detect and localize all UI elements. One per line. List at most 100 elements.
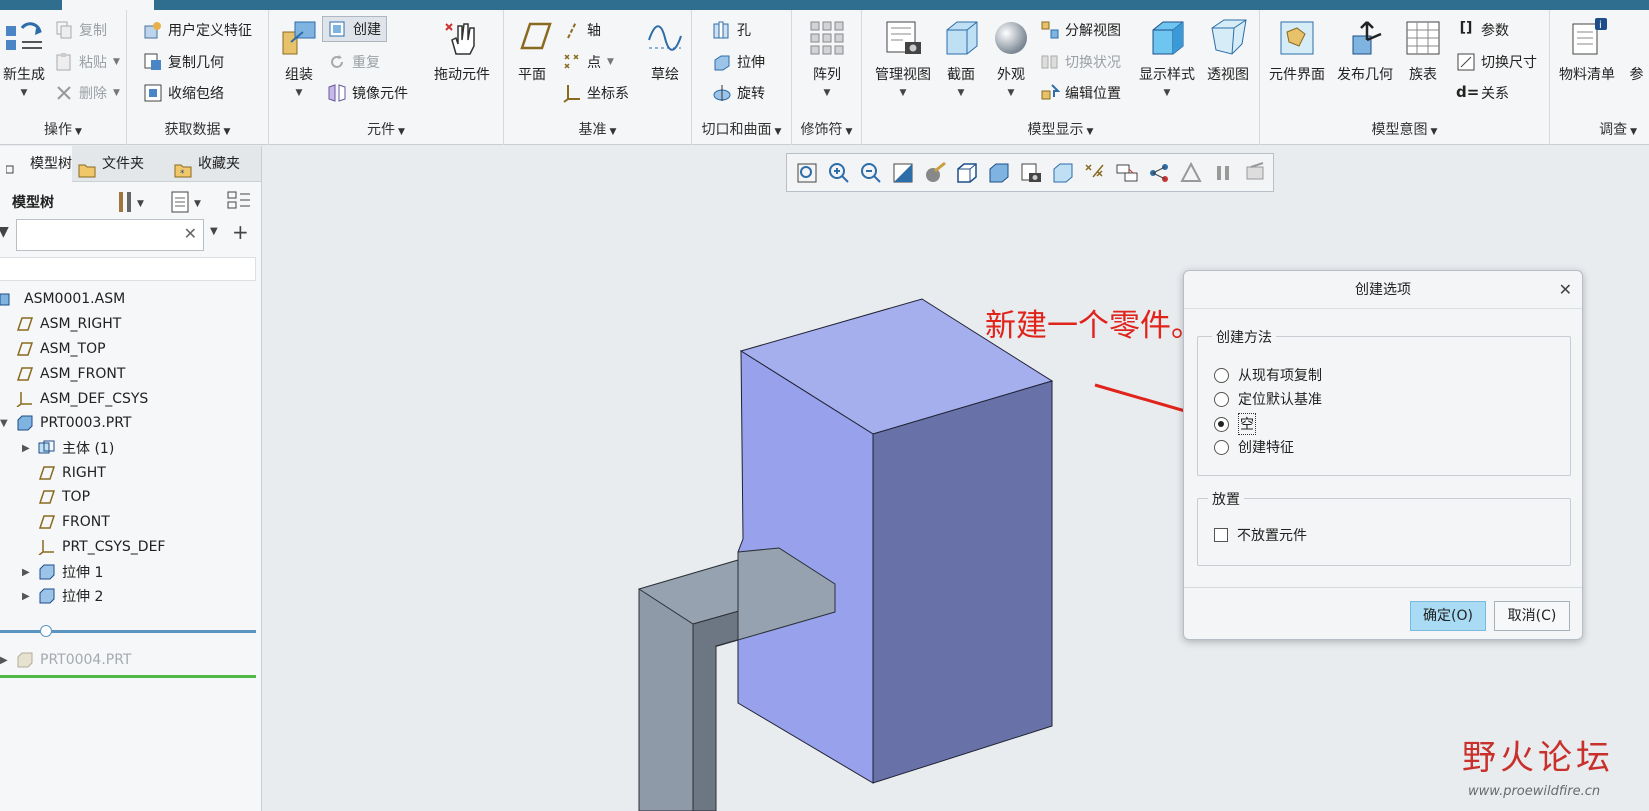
- settings-tools-icon[interactable]: ▼: [115, 190, 151, 218]
- radio-button-icon[interactable]: [1214, 391, 1229, 407]
- shrinkwrap-button[interactable]: 收缩包络: [143, 83, 224, 103]
- component-interface-button[interactable]: 元件界面: [1264, 18, 1330, 84]
- repeat-button[interactable]: 重复: [327, 52, 380, 72]
- simulate-icon[interactable]: [1179, 161, 1203, 185]
- tree-item-top[interactable]: TOP: [38, 485, 90, 509]
- tab-folder-browser[interactable]: 文件夹: [78, 146, 162, 182]
- checkbox-icon[interactable]: [1214, 528, 1228, 542]
- expand-icon[interactable]: ▶: [22, 567, 38, 578]
- hole-button[interactable]: 孔: [712, 20, 751, 40]
- copy-button[interactable]: 复制: [54, 20, 107, 40]
- option-copy-existing[interactable]: 从现有项复制: [1214, 365, 1322, 385]
- group-label-operations[interactable]: 操作 ▼: [0, 119, 126, 139]
- radio-button-icon[interactable]: [1214, 367, 1229, 383]
- group-label-cut-surface[interactable]: 切口和曲面 ▼: [692, 119, 791, 139]
- saved-orientations-icon[interactable]: [955, 161, 979, 185]
- relations-button[interactable]: d= 关系: [1456, 83, 1509, 103]
- tree-item-right[interactable]: RIGHT: [38, 461, 106, 485]
- perspective-button[interactable]: 透视图: [1200, 18, 1256, 84]
- group-label-get-data[interactable]: 获取数据 ▼: [127, 119, 268, 139]
- publish-geometry-button[interactable]: 发布几何: [1332, 18, 1398, 84]
- no-place-checkbox[interactable]: 不放置元件: [1214, 525, 1307, 545]
- tree-item-body[interactable]: ▶ 主体 (1): [22, 436, 114, 460]
- regenerate-button[interactable]: 新生成 ▼: [0, 18, 48, 98]
- insert-here-handle[interactable]: [40, 625, 52, 637]
- assemble-button[interactable]: 组装 ▼: [275, 18, 323, 98]
- close-icon[interactable]: ✕: [1559, 280, 1572, 299]
- tree-item-front[interactable]: FRONT: [38, 510, 110, 534]
- tree-search-input[interactable]: ✕: [16, 219, 204, 251]
- insert-here-marker[interactable]: [0, 630, 256, 633]
- exploded-view-button[interactable]: 分解视图: [1040, 20, 1121, 40]
- tree-item-extrude-1[interactable]: ▶ 拉伸 1: [22, 560, 103, 584]
- collapse-icon[interactable]: ▼: [0, 418, 16, 429]
- group-label-model-display[interactable]: 模型显示 ▼: [862, 119, 1259, 139]
- expand-icon[interactable]: ▶: [22, 591, 38, 602]
- regen-view-icon[interactable]: [1243, 161, 1267, 185]
- camera-icon[interactable]: [1019, 161, 1043, 185]
- copy-geometry-button[interactable]: 复制几何: [143, 52, 224, 72]
- show-list-icon[interactable]: ▼: [170, 190, 206, 218]
- paste-button[interactable]: 粘贴 ▼: [54, 52, 120, 72]
- delete-button[interactable]: 删除 ▼: [54, 83, 120, 103]
- clear-icon[interactable]: ✕: [184, 224, 197, 243]
- refit-icon[interactable]: [795, 161, 819, 185]
- point-button[interactable]: 点 ▼: [562, 52, 614, 72]
- ok-button[interactable]: 确定(O): [1410, 601, 1486, 631]
- active-ribbon-tab[interactable]: [62, 0, 154, 10]
- switch-dimensions-button[interactable]: 切换尺寸: [1456, 52, 1537, 72]
- radio-button-icon[interactable]: [1214, 439, 1229, 455]
- view-manager-icon[interactable]: [987, 161, 1011, 185]
- user-defined-feature-button[interactable]: 用户定义特征: [143, 20, 252, 40]
- create-button[interactable]: 创建: [322, 16, 387, 42]
- appearance-button[interactable]: 外观 ▼: [986, 18, 1036, 98]
- section-button[interactable]: 截面 ▼: [936, 18, 986, 98]
- section-view-icon[interactable]: [1051, 161, 1075, 185]
- display-style-button[interactable]: 显示样式 ▼: [1134, 18, 1200, 98]
- tab-model-tree[interactable]: 模型树: [0, 146, 72, 182]
- display-style-icon[interactable]: [923, 161, 947, 185]
- mirror-component-button[interactable]: 镜像元件: [327, 83, 408, 103]
- edit-position-button[interactable]: 编辑位置: [1040, 83, 1121, 103]
- pause-icon[interactable]: [1211, 161, 1235, 185]
- filter-dropdown-icon[interactable]: ▼: [210, 226, 218, 237]
- datum-display-icon[interactable]: [1083, 161, 1107, 185]
- zoom-out-icon[interactable]: [859, 161, 883, 185]
- tree-item-asm-right[interactable]: ASM_RIGHT: [16, 312, 121, 336]
- axis-button[interactable]: 轴: [562, 20, 601, 40]
- tree-item-asm[interactable]: ASM0001.ASM: [0, 287, 125, 311]
- repaint-icon[interactable]: [891, 161, 915, 185]
- tree-item-asm-front[interactable]: ASM_FRONT: [16, 362, 125, 386]
- extrude-button[interactable]: 拉伸: [712, 52, 765, 72]
- bom-button[interactable]: i 物料清单: [1554, 18, 1620, 84]
- toggle-status-button[interactable]: 切换状况: [1040, 52, 1121, 72]
- option-locate-default-datums[interactable]: 定位默认基准: [1214, 389, 1322, 409]
- radio-button-selected-icon[interactable]: [1214, 416, 1229, 432]
- tree-columns-icon[interactable]: [226, 190, 254, 218]
- tree-item-prt0003[interactable]: ▼ PRT0003.PRT: [0, 411, 132, 435]
- tree-item-prt0004-row[interactable]: ▶ PRT0004.PRT: [0, 648, 132, 672]
- group-label-model-intent[interactable]: 模型意图 ▼: [1260, 119, 1549, 139]
- tree-item-prt-csys[interactable]: PRT_CSYS_DEF: [38, 535, 165, 559]
- cancel-button[interactable]: 取消(C): [1494, 601, 1570, 631]
- option-create-features[interactable]: 创建特征: [1214, 437, 1294, 457]
- annotation-display-icon[interactable]: [1115, 161, 1139, 185]
- parameters-button[interactable]: [] 参数: [1456, 20, 1509, 40]
- csys-button[interactable]: 坐标系: [562, 83, 629, 103]
- sketch-button[interactable]: 草绘: [642, 18, 688, 84]
- add-filter-icon[interactable]: +: [232, 220, 249, 244]
- group-label-component[interactable]: 元件 ▼: [269, 119, 503, 139]
- tree-item-asm-csys[interactable]: ASM_DEF_CSYS: [16, 387, 148, 411]
- expand-icon[interactable]: ▶: [22, 443, 38, 454]
- tree-item-extrude-2[interactable]: ▶ 拉伸 2: [22, 584, 103, 608]
- family-table-button[interactable]: 族表: [1398, 18, 1448, 84]
- group-label-investigate[interactable]: 调查 ▼: [1550, 119, 1649, 139]
- reference-button[interactable]: 参: [1624, 18, 1649, 84]
- plane-button[interactable]: 平面: [510, 18, 554, 84]
- pattern-button[interactable]: 阵列 ▼: [802, 18, 852, 98]
- tree-item-asm-top[interactable]: ASM_TOP: [16, 337, 106, 361]
- spin-center-icon[interactable]: [1147, 161, 1171, 185]
- group-label-modifiers[interactable]: 修饰符 ▼: [792, 119, 861, 139]
- filter-icon[interactable]: ▼: [0, 224, 9, 240]
- manage-views-button[interactable]: 管理视图 ▼: [870, 18, 936, 98]
